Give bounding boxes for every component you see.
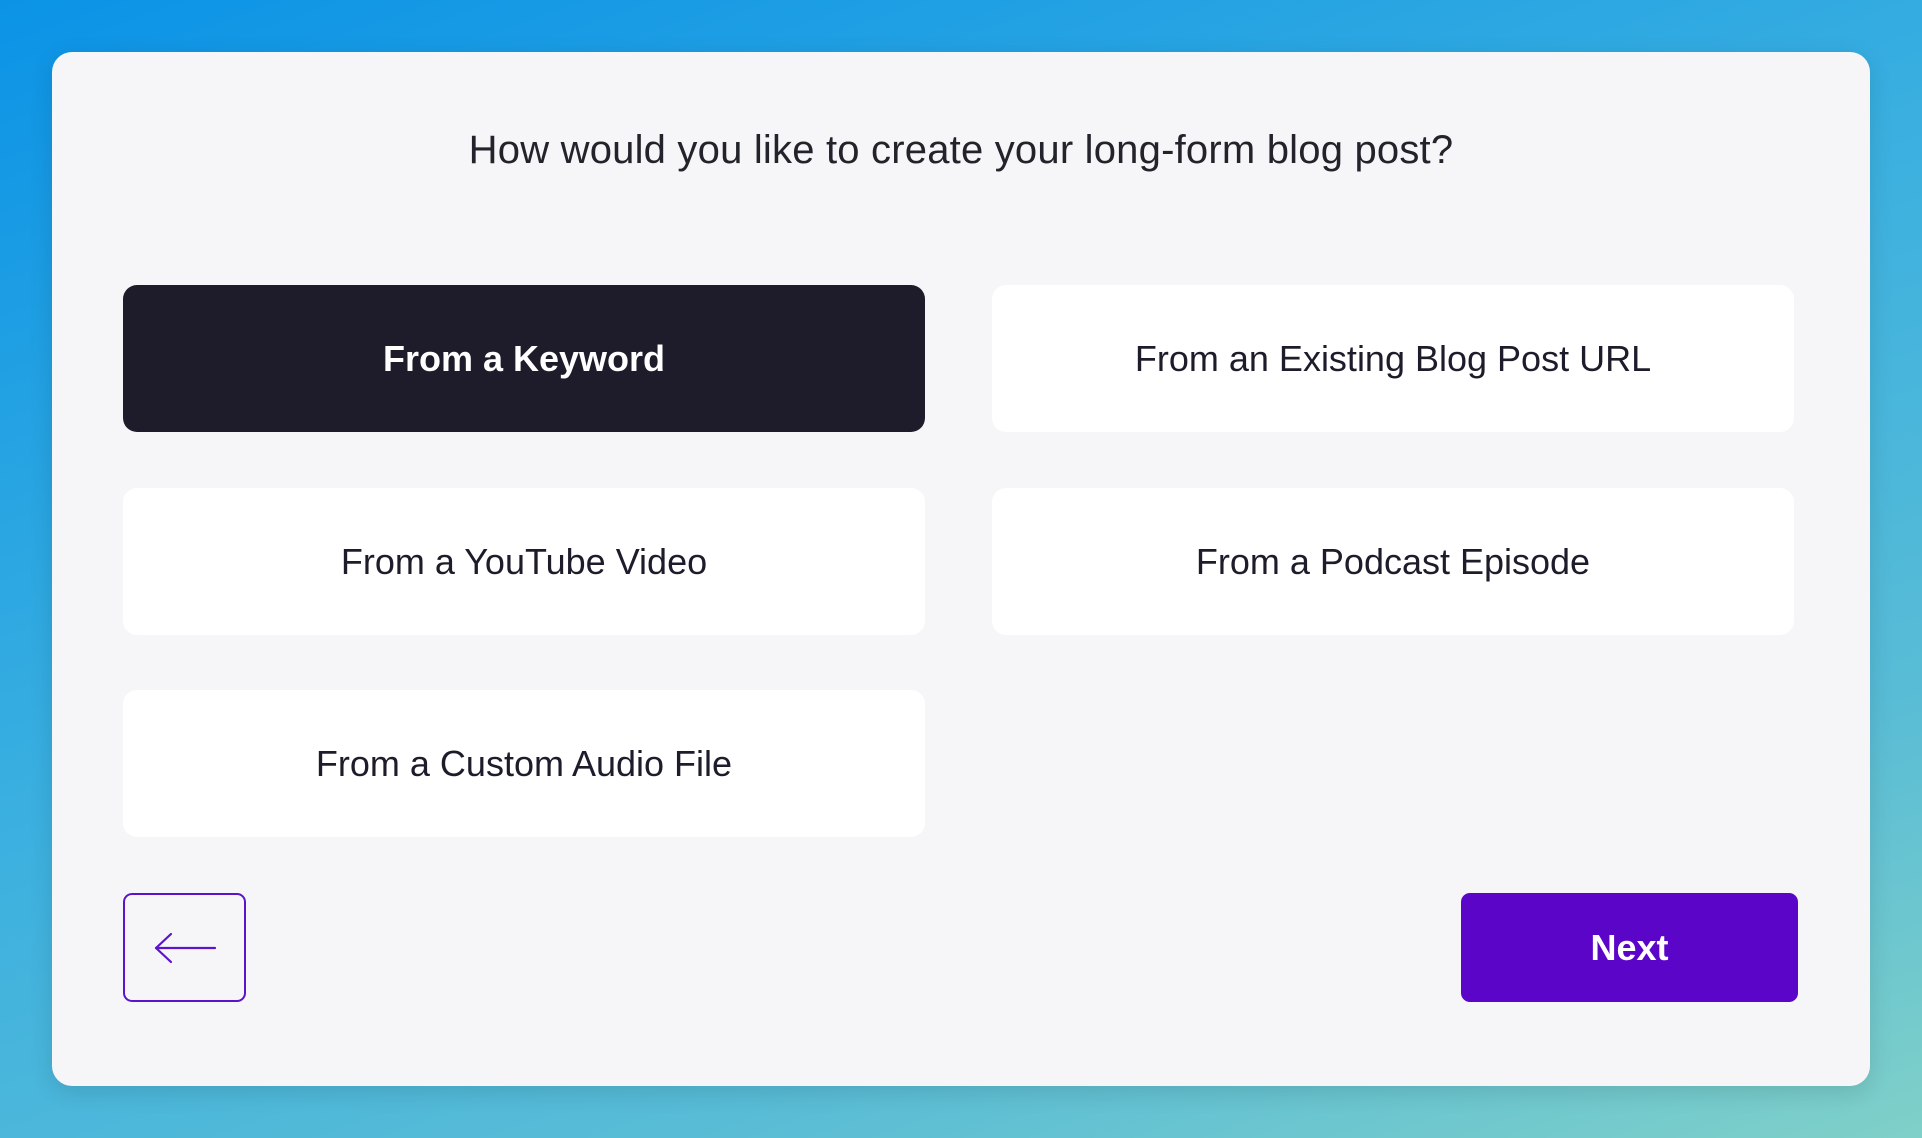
wizard-card: How would you like to create your long-f… bbox=[52, 52, 1870, 1086]
option-from-podcast-episode[interactable]: From a Podcast Episode bbox=[992, 488, 1794, 635]
next-button[interactable]: Next bbox=[1461, 893, 1798, 1002]
option-from-blog-post-url[interactable]: From an Existing Blog Post URL bbox=[992, 285, 1794, 432]
option-from-keyword[interactable]: From a Keyword bbox=[123, 285, 925, 432]
question-heading: How would you like to create your long-f… bbox=[468, 128, 1454, 172]
back-button[interactable] bbox=[123, 893, 246, 1002]
option-from-youtube-video[interactable]: From a YouTube Video bbox=[123, 488, 925, 635]
arrow-left-icon bbox=[154, 932, 216, 963]
option-from-custom-audio-file[interactable]: From a Custom Audio File bbox=[123, 690, 925, 837]
